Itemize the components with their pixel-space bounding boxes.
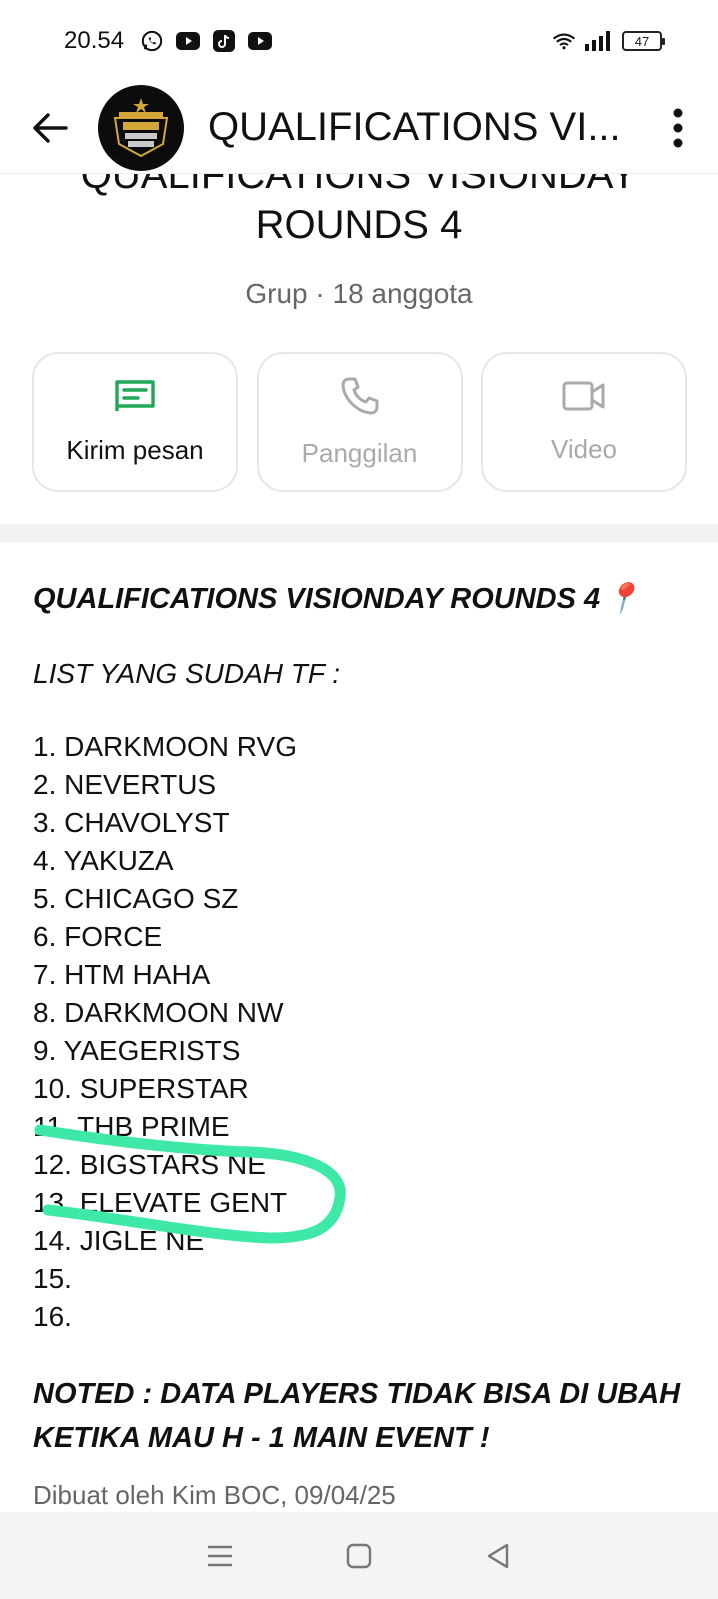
send-message-label: Kirim pesan xyxy=(66,434,204,465)
list-item: 15. xyxy=(33,1263,72,1294)
list-item: 5. CHICAGO SZ xyxy=(33,883,239,914)
back-nav-button[interactable] xyxy=(478,1536,518,1576)
message-icon xyxy=(115,379,155,411)
list-item: 8. DARKMOON NW xyxy=(33,997,284,1028)
header-title[interactable]: QUALIFICATIONS VI... xyxy=(208,105,638,150)
battery-icon: 47 xyxy=(622,31,665,51)
team-list: 1. DARKMOON RVG 2. NEVERTUS 3. CHAVOLYST… xyxy=(33,728,693,1336)
phone-icon xyxy=(341,377,378,414)
action-buttons: Kirim pesan Panggilan Video xyxy=(32,352,687,492)
whatsapp-icon xyxy=(140,29,164,53)
list-item: 6. FORCE xyxy=(33,921,163,952)
group-description[interactable]: QUALIFICATIONS VISIONDAY ROUNDS 4 📍 LIST… xyxy=(33,582,693,1511)
group-info: QUALIFICATIONS VISIONDAY ROUNDS 4 Grup ·… xyxy=(0,150,718,310)
group-avatar[interactable] xyxy=(98,84,184,171)
list-item: 12. BIGSTARS NE xyxy=(33,1149,266,1180)
call-button[interactable]: Panggilan xyxy=(256,352,463,492)
youtube-icon xyxy=(176,29,201,53)
list-item: 1. DARKMOON RVG xyxy=(33,731,297,762)
home-icon xyxy=(346,1543,372,1568)
menu-icon xyxy=(207,1545,232,1566)
signal-icon xyxy=(584,29,614,53)
list-item: 3. CHAVOLYST xyxy=(33,807,230,838)
back-arrow-icon xyxy=(33,112,68,143)
note-line-1: NOTED : DATA PLAYERS TIDAK BISA DI UBAH xyxy=(33,1378,681,1410)
system-nav-bar xyxy=(0,1512,718,1599)
description-title-text: QUALIFICATIONS VISIONDAY ROUNDS 4 xyxy=(33,582,601,615)
description-note: NOTED : DATA PLAYERS TIDAK BISA DI UBAH … xyxy=(33,1372,693,1460)
video-icon xyxy=(562,381,605,410)
youtube-icon xyxy=(248,29,273,53)
list-item: 16. xyxy=(33,1301,72,1332)
more-options-button[interactable] xyxy=(648,82,708,174)
list-item: 9. YAEGERISTS xyxy=(33,1035,241,1066)
status-right: 47 xyxy=(552,29,665,53)
recents-button[interactable] xyxy=(200,1536,240,1576)
wifi-icon xyxy=(552,29,576,53)
more-vertical-icon xyxy=(673,108,683,147)
list-item: 13. ELEVATE GENT xyxy=(33,1187,288,1218)
description-title: QUALIFICATIONS VISIONDAY ROUNDS 4 📍 xyxy=(33,582,693,616)
section-divider xyxy=(0,524,718,542)
tiktok-icon xyxy=(212,29,236,53)
list-item: 14. JIGLE NE xyxy=(33,1225,205,1256)
list-item: 7. HTM HAHA xyxy=(33,959,211,990)
back-button[interactable] xyxy=(0,82,100,174)
home-button[interactable] xyxy=(339,1536,379,1576)
list-item: 4. YAKUZA xyxy=(33,845,174,876)
status-bar: 20.54 47 xyxy=(0,0,718,82)
pin-icon: 📍 xyxy=(604,583,641,615)
list-item: 10. SUPERSTAR xyxy=(33,1073,249,1104)
group-member-count[interactable]: Grup · 18 anggota xyxy=(0,278,718,310)
video-label: Video xyxy=(550,433,618,464)
created-by: Dibuat oleh Kim BOC, 09/04/25 xyxy=(33,1480,396,1510)
call-label: Panggilan xyxy=(301,437,418,468)
description-subtitle: LIST YANG SUDAH TF : xyxy=(33,658,341,689)
back-triangle-icon xyxy=(488,1543,509,1568)
video-button[interactable]: Video xyxy=(481,352,687,492)
note-line-2: KETIKA MAU H - 1 MAIN EVENT ! xyxy=(33,1422,490,1454)
group-avatar-logo xyxy=(103,89,179,166)
group-name-line2: ROUNDS 4 xyxy=(255,203,463,247)
status-left: 20.54 xyxy=(64,27,273,55)
list-item: 11. THB PRIME xyxy=(33,1111,230,1142)
status-time: 20.54 xyxy=(64,27,125,54)
send-message-button[interactable]: Kirim pesan xyxy=(32,352,238,492)
list-item: 2. NEVERTUS xyxy=(33,769,217,800)
app-header: QUALIFICATIONS VI... xyxy=(0,82,718,174)
